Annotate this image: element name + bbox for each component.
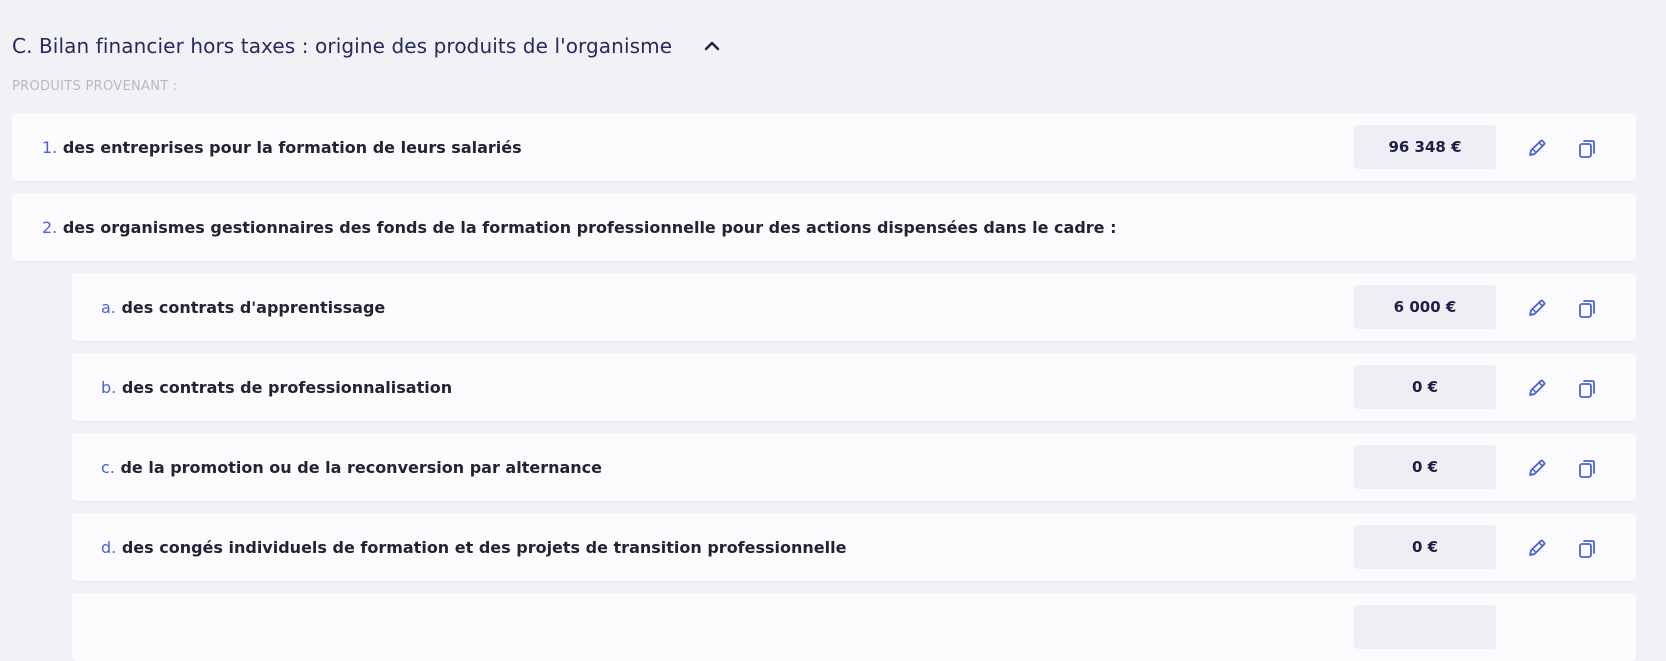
pencil-icon — [1529, 459, 1546, 476]
amount-field[interactable]: 0 € — [1354, 445, 1496, 489]
pencil-icon — [1529, 139, 1546, 156]
row-text: des organismes gestionnaires des fonds d… — [62, 217, 1117, 237]
edit-button[interactable] — [1524, 535, 1550, 561]
product-row-2b: b. des contrats de professionnalisation … — [72, 353, 1636, 421]
copy-icon — [1579, 140, 1595, 158]
pencil-icon — [1529, 299, 1546, 316]
row-index: c. — [101, 457, 115, 477]
copy-icon — [1579, 300, 1595, 318]
duplicate-button[interactable] — [1574, 375, 1600, 401]
copy-icon — [1579, 460, 1595, 478]
edit-button[interactable] — [1524, 135, 1550, 161]
row-text: des contrats d'apprentissage — [121, 297, 386, 317]
section-header: C. Bilan financier hors taxes : origine … — [12, 28, 726, 64]
amount-field[interactable]: 6 000 € — [1354, 285, 1496, 329]
row-label: a. des contrats d'apprentissage — [101, 298, 385, 317]
row-text: de la promotion ou de la reconversion pa… — [120, 457, 602, 477]
row-text: des congés individuels de formation et d… — [121, 537, 847, 557]
row-text: des entreprises pour la formation de leu… — [62, 137, 522, 157]
copy-icon — [1579, 380, 1595, 398]
duplicate-button[interactable] — [1574, 135, 1600, 161]
amount-field[interactable]: 0 € — [1354, 365, 1496, 409]
product-row-next — [72, 593, 1636, 661]
products-subheading: PRODUITS PROVENANT : — [12, 79, 178, 94]
copy-icon — [1579, 540, 1595, 558]
row-text: des contrats de professionnalisation — [121, 377, 453, 397]
row-label: d. des congés individuels de formation e… — [101, 538, 846, 557]
row-label: b. des contrats de professionnalisation — [101, 378, 452, 397]
row-index: b. — [101, 377, 117, 397]
amount-field[interactable]: 96 348 € — [1354, 125, 1496, 169]
collapse-section-button[interactable] — [698, 32, 726, 60]
row-index: d. — [101, 537, 117, 557]
duplicate-button[interactable] — [1574, 455, 1600, 481]
product-row-2c: c. de la promotion ou de la reconversion… — [72, 433, 1636, 501]
row-label: c. de la promotion ou de la reconversion… — [101, 458, 602, 477]
row-index: a. — [101, 297, 116, 317]
section-title: C. Bilan financier hors taxes : origine … — [12, 34, 673, 58]
product-row-2: 2. des organismes gestionnaires des fond… — [12, 193, 1636, 261]
pencil-icon — [1529, 539, 1546, 556]
product-row-2a: a. des contrats d'apprentissage 6 000 € — [72, 273, 1636, 341]
row-index: 2. — [42, 217, 58, 237]
duplicate-button[interactable] — [1574, 535, 1600, 561]
amount-field[interactable]: 0 € — [1354, 525, 1496, 569]
row-label: 1. des entreprises pour la formation de … — [42, 138, 522, 157]
row-index: 1. — [42, 137, 58, 157]
edit-button[interactable] — [1524, 455, 1550, 481]
pencil-icon — [1529, 379, 1546, 396]
edit-button[interactable] — [1524, 375, 1550, 401]
edit-button[interactable] — [1524, 295, 1550, 321]
row-label: 2. des organismes gestionnaires des fond… — [42, 218, 1117, 237]
duplicate-button[interactable] — [1574, 295, 1600, 321]
product-row-2d: d. des congés individuels de formation e… — [72, 513, 1636, 581]
product-row-1: 1. des entreprises pour la formation de … — [12, 113, 1636, 181]
chevron-up-icon — [704, 41, 720, 51]
